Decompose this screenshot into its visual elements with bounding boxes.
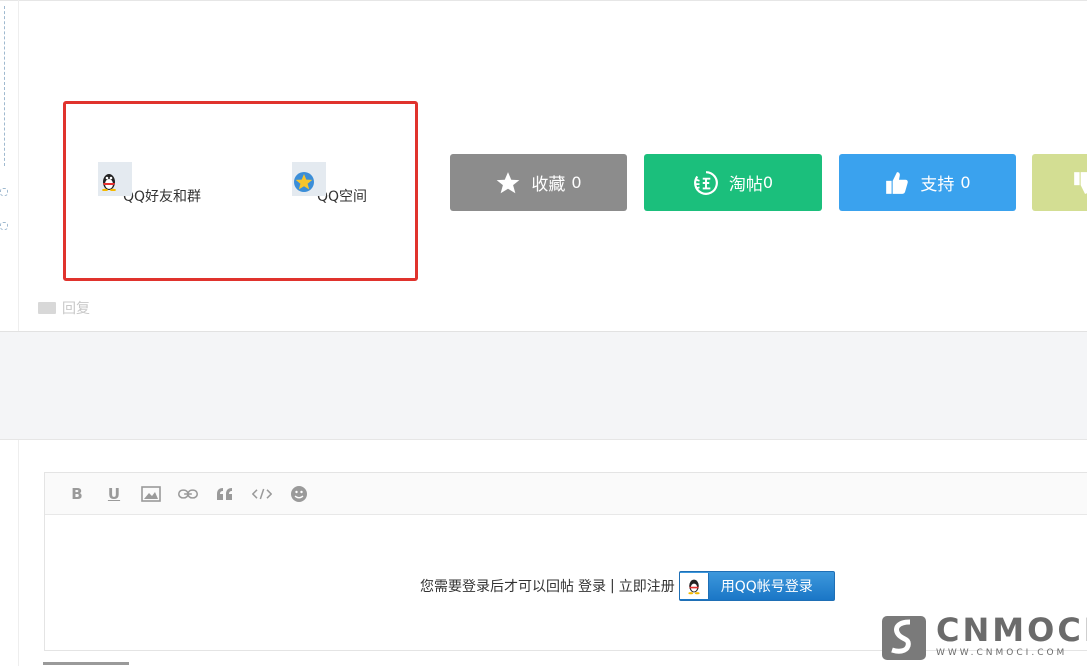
share-qzone[interactable]: QQ空间 — [292, 162, 367, 205]
emoji-icon[interactable] — [289, 484, 309, 504]
login-link[interactable]: 登录 — [578, 576, 606, 596]
thumbs-down-icon — [1074, 172, 1087, 194]
reply-link[interactable]: 回复 — [38, 298, 90, 318]
top-divider — [0, 0, 1087, 1]
left-dot — [0, 222, 8, 230]
quote-icon[interactable] — [215, 484, 235, 504]
thumbs-up-icon — [886, 171, 909, 194]
watermark-title: CNMOCI — [936, 611, 1087, 649]
login-prompt-row: 您需要登录后才可以回帖 登录 | 立即注册 用QQ帐号登录 — [420, 571, 835, 601]
left-dashed-guide — [4, 6, 7, 166]
favorite-count: 0 — [571, 173, 582, 192]
qq-penguin-icon — [98, 162, 132, 196]
share-qq-friends-label: QQ好友和群 — [123, 189, 202, 205]
grey-band — [0, 332, 1087, 439]
left-dot — [0, 188, 8, 196]
favorite-button[interactable]: 收藏 0 — [450, 154, 627, 211]
reply-label: 回复 — [62, 301, 90, 317]
link-icon[interactable] — [178, 484, 198, 504]
editor-toolbar: B U — [45, 473, 1087, 515]
star-icon — [497, 171, 520, 193]
watermark-subtitle: WWW.CNMOCI.COM — [936, 648, 1068, 658]
band-bottom-border — [0, 439, 1087, 440]
oppose-button[interactable] — [1032, 154, 1087, 211]
taotie-label: 淘帖 — [728, 175, 763, 195]
support-count: 0 — [960, 173, 971, 192]
left-column-divider — [18, 440, 19, 666]
left-column-divider — [18, 0, 19, 332]
qq-penguin-icon — [679, 573, 709, 599]
underline-icon[interactable]: U — [104, 484, 124, 504]
cnmoci-logo-icon — [882, 616, 926, 660]
bottom-tab-stub — [43, 662, 129, 665]
share-qq-friends[interactable]: QQ好友和群 — [98, 162, 201, 205]
register-link[interactable]: 立即注册 — [619, 576, 675, 596]
taotie-icon — [694, 170, 718, 195]
share-panel: QQ好友和群 QQ空间 — [63, 101, 418, 281]
watermark: CNMOCI WWW.CNMOCI.COM — [880, 612, 1087, 660]
mail-icon — [38, 302, 56, 314]
taotie-button[interactable]: 淘帖 0 — [644, 154, 822, 211]
qq-login-button[interactable]: 用QQ帐号登录 — [678, 571, 835, 601]
code-icon[interactable] — [252, 484, 272, 504]
favorite-label: 收藏 — [531, 175, 566, 195]
taotie-count: 0 — [762, 173, 774, 192]
image-icon[interactable] — [141, 484, 161, 504]
qzone-star-icon — [292, 162, 326, 196]
support-label: 支持 — [920, 175, 955, 195]
link-separator: | — [610, 578, 615, 594]
bold-icon[interactable]: B — [67, 484, 87, 504]
login-prompt-text: 您需要登录后才可以回帖 — [420, 579, 574, 595]
support-button[interactable]: 支持 0 — [839, 154, 1016, 211]
qq-login-label: 用QQ帐号登录 — [720, 579, 813, 595]
